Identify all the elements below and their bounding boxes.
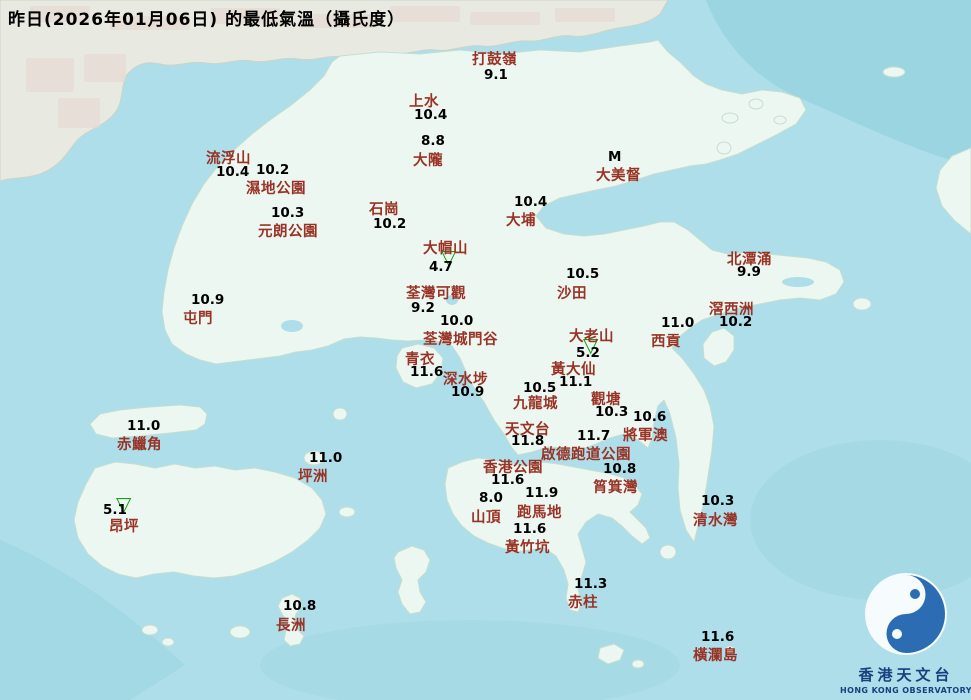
station-temperature: 10.8 <box>283 598 317 614</box>
station-temperature: 11.0 <box>309 450 343 466</box>
station-temperature: 10.2 <box>256 162 290 178</box>
station-name: 橫瀾島 <box>693 648 738 664</box>
station-name: 流浮山 <box>206 151 251 167</box>
station-temperature: 11.3 <box>574 576 608 592</box>
station-name: 上水 <box>409 94 439 110</box>
stations-layer: 9.1 打鼓嶺 10.4 上水 8.8 大隴 10.4 流浮山 10.2 濕地公園 10.3 元朗公園… <box>0 0 971 700</box>
station-name: 大美督 <box>596 168 641 184</box>
station-name: 青衣 <box>405 352 435 368</box>
station-temperature: 11.9 <box>525 485 559 501</box>
station-name: 大帽山 <box>423 241 468 257</box>
hko-logo-icon <box>865 573 947 655</box>
station-name: 赤柱 <box>568 595 598 611</box>
station-name: 黃大仙 <box>551 362 596 378</box>
station-temperature: 10.0 <box>440 313 474 329</box>
station-name: 大隴 <box>413 153 443 169</box>
station-temperature: 10.9 <box>191 292 225 308</box>
station-temperature: 8.8 <box>421 133 445 149</box>
station-temperature: 10.4 <box>514 194 548 210</box>
station-name: 觀塘 <box>591 392 621 408</box>
station-name: 跑馬地 <box>517 505 562 521</box>
station-name: 沙田 <box>557 286 587 302</box>
station-name: 長洲 <box>276 618 306 634</box>
station-temperature: 10.8 <box>603 461 637 477</box>
station-name: 荃灣城門谷 <box>423 332 498 348</box>
station-name: 清水灣 <box>693 513 738 529</box>
station-name: 昂坪 <box>109 519 139 535</box>
station-temperature: 11.6 <box>701 629 735 645</box>
station-name: 天文台 <box>505 422 550 438</box>
station-temperature: 11.6 <box>513 521 547 537</box>
station-temperature: 10.3 <box>271 205 305 221</box>
station-name: 打鼓嶺 <box>472 52 517 68</box>
station-temperature: M <box>608 149 622 165</box>
hko-logo-text-en: HONG KONG OBSERVATORY <box>840 686 971 695</box>
station-temperature: 8.0 <box>479 490 503 506</box>
station-name: 石崗 <box>369 202 399 218</box>
hko-logo-text-zh: 香港天文台 <box>858 666 954 684</box>
station-name: 坪洲 <box>298 469 328 485</box>
station-name: 滘西洲 <box>709 302 754 318</box>
station-name: 九龍城 <box>513 396 558 412</box>
temperature-map-page: 昨日(2026年01月06日) 的最低氣溫（攝氏度） 9.1 打鼓嶺 10.4 上水 8… <box>0 0 971 700</box>
station-name: 西貢 <box>651 334 681 350</box>
station-temperature: 11.7 <box>577 428 611 444</box>
station-temperature: 10.3 <box>701 493 735 509</box>
station-name: 元朗公園 <box>258 224 318 240</box>
station-name: 大埔 <box>506 213 536 229</box>
station-name: 荃灣可觀 <box>406 286 466 302</box>
station-temperature: 10.6 <box>633 409 667 425</box>
station-name: 屯門 <box>183 311 213 327</box>
station-name: 將軍澳 <box>623 428 668 444</box>
station-name: 筲箕灣 <box>593 480 638 496</box>
station-temperature: 11.0 <box>661 315 695 331</box>
station-temperature: 9.1 <box>484 67 508 83</box>
station-name: 香港公園 <box>483 460 543 476</box>
station-temperature: 11.0 <box>127 418 161 434</box>
station-name: 大老山 <box>569 329 614 345</box>
station-name: 深水埗 <box>443 372 488 388</box>
station-name: 濕地公園 <box>246 181 306 197</box>
station-name: 黃竹坑 <box>505 540 550 556</box>
hko-logo: 香港天文台 HONG KONG OBSERVATORY <box>840 570 971 695</box>
station-name: 赤鱲角 <box>117 437 162 453</box>
station-temperature: 4.7 <box>429 259 453 275</box>
station-temperature: 10.5 <box>566 266 600 282</box>
station-name: 北潭涌 <box>727 252 772 268</box>
station-name: 山頂 <box>471 510 501 526</box>
